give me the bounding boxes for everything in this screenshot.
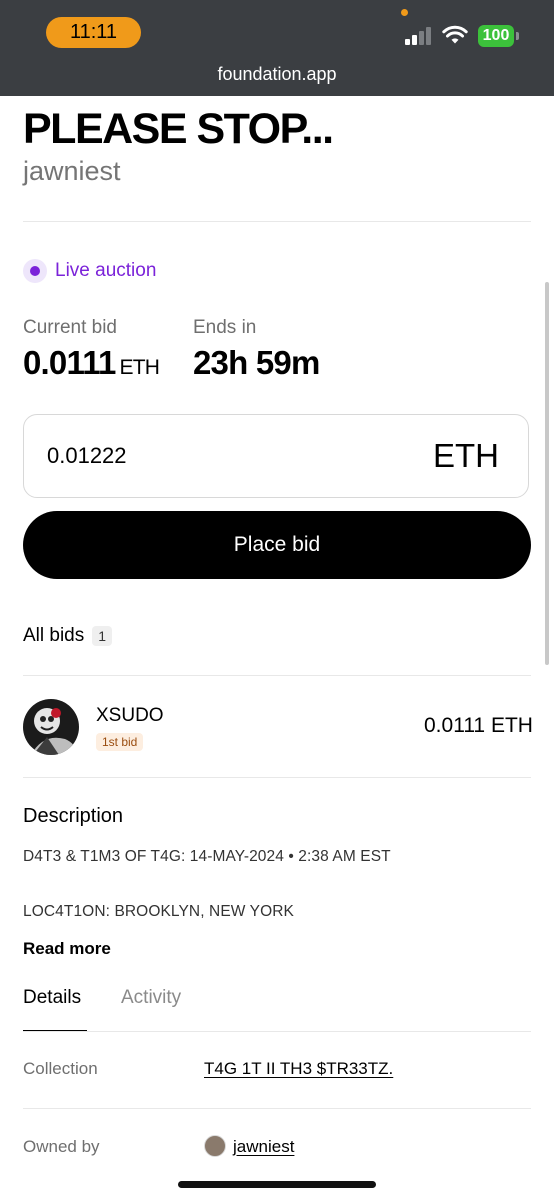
divider: [23, 1031, 531, 1032]
browser-top-bar: 11:11 100 foundation.app: [0, 0, 554, 96]
artist-name[interactable]: jawniest: [23, 156, 121, 187]
description-line: LOC4T1ON: BROOKLYN, NEW YORK: [23, 903, 294, 920]
description-line: D4T3 & T1M3 OF T4G: 14-MAY-2024 • 2:38 A…: [23, 848, 391, 865]
current-bid-unit: ETH: [119, 356, 160, 379]
battery-icon: 100: [478, 25, 514, 47]
description-heading: Description: [23, 805, 124, 827]
privacy-indicator-icon: [401, 9, 408, 16]
battery-tip: [516, 32, 519, 40]
place-bid-button[interactable]: Place bid: [23, 511, 531, 579]
live-auction-badge: Live auction: [23, 257, 156, 285]
divider: [23, 221, 531, 222]
bidder-name[interactable]: XSUDO: [96, 705, 164, 727]
current-bid-value: 0.0111 ETH: [23, 344, 160, 382]
wifi-icon: [442, 25, 468, 44]
current-bid-label: Current bid: [23, 317, 117, 338]
avatar-image: [23, 699, 79, 755]
current-bid-amount: 0.0111: [23, 344, 116, 381]
home-indicator[interactable]: [178, 1181, 376, 1188]
cellular-signal-icon: [405, 27, 433, 45]
owned-by-label: Owned by: [23, 1137, 100, 1156]
collection-label: Collection: [23, 1059, 98, 1078]
ends-in-value: 23h 59m: [193, 344, 320, 381]
status-time: 11:11: [46, 17, 141, 48]
divider: [23, 675, 531, 676]
divider: [23, 1108, 531, 1109]
all-bids-label: All bids: [23, 625, 85, 646]
ends-in-label: Ends in: [193, 317, 257, 338]
tab-activity[interactable]: Activity: [121, 987, 181, 1009]
artwork-title: PLEASE STOP...: [23, 105, 334, 153]
all-bids-heading: All bids 1: [23, 625, 113, 647]
bid-currency-label: ETH: [433, 437, 499, 474]
tab-details[interactable]: Details: [23, 987, 81, 1009]
owner-link[interactable]: jawniest: [233, 1137, 294, 1157]
collection-link[interactable]: T4G 1T II TH3 $TR33TZ.: [204, 1059, 393, 1079]
live-auction-label: Live auction: [55, 260, 157, 281]
scrollbar[interactable]: [545, 282, 549, 665]
owner-avatar[interactable]: [204, 1135, 226, 1157]
url-bar[interactable]: foundation.app: [0, 64, 554, 85]
bid-count-badge: 1: [92, 626, 113, 646]
bid-amount-input[interactable]: 0.01222 ETH: [23, 414, 529, 498]
bidder-avatar[interactable]: [23, 699, 79, 755]
bid-amount: 0.0111 ETH: [424, 714, 533, 737]
divider: [23, 777, 531, 778]
first-bid-badge: 1st bid: [96, 733, 144, 751]
bid-amount-value[interactable]: 0.01222: [47, 443, 127, 469]
live-dot-icon: [23, 259, 47, 283]
read-more-link[interactable]: Read more: [23, 939, 111, 959]
